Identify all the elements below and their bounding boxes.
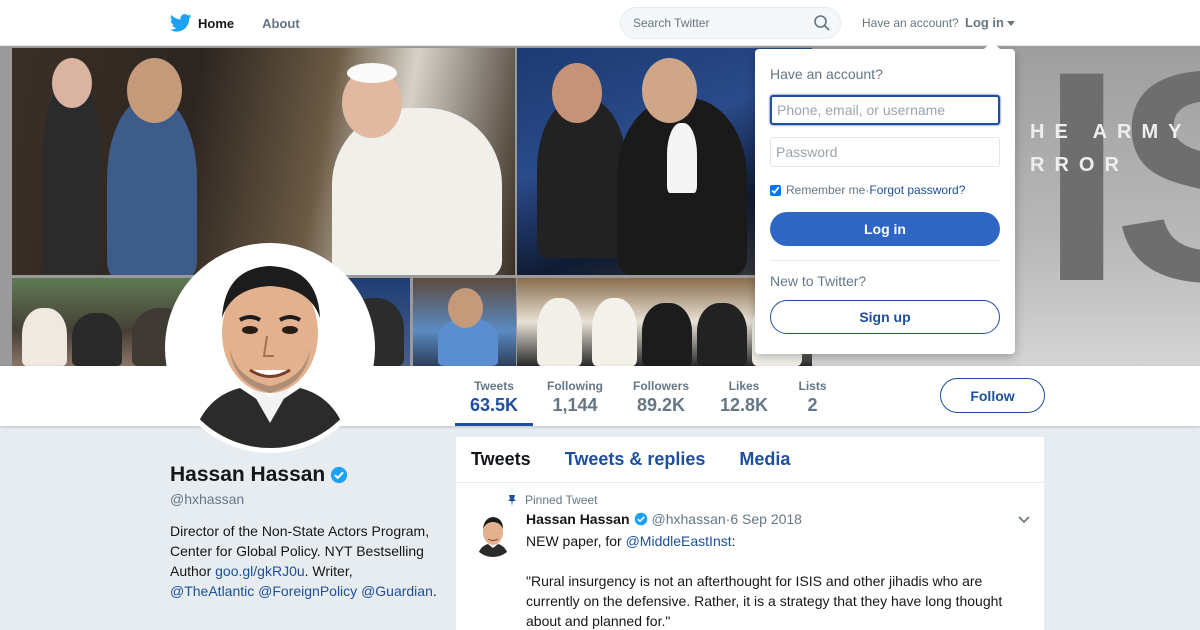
stat-label: Followers — [632, 379, 689, 393]
tweet-avatar[interactable] — [471, 513, 515, 557]
remember-me-label[interactable]: Remember me — [786, 183, 865, 197]
caret-down-icon — [1007, 20, 1015, 26]
tab-tweets-replies[interactable]: Tweets & replies — [565, 449, 706, 470]
pinned-tweet[interactable]: Pinned Tweet Hassan Hassan @hxhassan · 6… — [456, 483, 1044, 630]
stat-tweets[interactable]: Tweets 63.5K — [455, 366, 533, 426]
tweet-avatar-illustration — [471, 513, 515, 557]
nav-about[interactable]: About — [262, 16, 300, 31]
tweet-text-part: NEW paper, for — [526, 533, 626, 549]
tweet-quote: "Rural insurgency is not an afterthought… — [526, 573, 1003, 629]
search-input[interactable] — [621, 8, 801, 38]
nav-about-label: About — [262, 15, 300, 31]
pinned-tweet-indicator: Pinned Tweet — [506, 493, 598, 507]
stat-value: 89.2K — [636, 395, 686, 415]
twitter-bird-icon — [170, 14, 192, 32]
forgot-password-link[interactable]: Forgot password? — [869, 183, 965, 197]
pinned-label: Pinned Tweet — [525, 493, 598, 507]
stat-following[interactable]: Following 1,144 — [540, 366, 610, 426]
profile-bio: Director of the Non-State Actors Program… — [170, 521, 440, 601]
timeline-tabs: Tweets Tweets & replies Media — [456, 437, 1044, 483]
remember-row: Remember me · Forgot password? — [770, 183, 965, 197]
tweet-header: Hassan Hassan @hxhassan · 6 Sep 2018 — [526, 511, 802, 527]
new-to-twitter-text: New to Twitter? — [770, 273, 867, 289]
bio-text: . Writer, — [304, 563, 353, 579]
password-field[interactable] — [770, 137, 1000, 167]
bio-mention-guardian[interactable]: @Guardian — [361, 583, 433, 599]
login-toggle-label: Log in — [965, 15, 1004, 30]
stat-label: Following — [547, 379, 603, 393]
tweet-text-part: : — [731, 533, 736, 549]
avatar-illustration — [170, 248, 370, 448]
tweet-text: NEW paper, for @MiddleEastInst: "Rural i… — [526, 531, 1026, 630]
profile-avatar[interactable] — [165, 243, 375, 453]
follow-button[interactable]: Follow — [940, 378, 1045, 413]
stat-label: Lists — [798, 379, 827, 393]
verified-badge-icon — [331, 466, 348, 484]
search-icon[interactable] — [814, 15, 830, 31]
tweet-spacer — [526, 551, 1026, 571]
remember-me-checkbox[interactable] — [770, 184, 781, 196]
tweet-author-handle[interactable]: @hxhassan — [652, 511, 726, 527]
stat-value: 2 — [807, 395, 818, 415]
signup-button[interactable]: Sign up — [770, 300, 1000, 334]
tweet-line-1: NEW paper, for @MiddleEastInst: — [526, 531, 1026, 551]
pin-icon — [508, 495, 516, 506]
profile-name[interactable]: Hassan Hassan — [170, 463, 348, 487]
bio-link-book[interactable]: goo.gl/gkRJ0u — [215, 563, 305, 579]
stat-value: 1,144 — [552, 395, 598, 415]
have-account-text: Have an account? — [862, 16, 959, 30]
top-navigation-bar: Home About Have an account? Log in — [0, 0, 1200, 46]
tweet-date[interactable]: 6 Sep 2018 — [730, 511, 802, 527]
nav-left: Home About — [170, 0, 328, 46]
tweet-author-name[interactable]: Hassan Hassan — [526, 511, 630, 527]
bio-text: . — [432, 583, 437, 599]
stat-value: 63.5K — [469, 395, 519, 415]
bio-mention-foreignpolicy[interactable]: @ForeignPolicy — [258, 583, 357, 599]
stat-label: Tweets — [474, 379, 514, 393]
search-box — [620, 7, 841, 39]
tab-media[interactable]: Media — [739, 449, 790, 470]
nav-home[interactable]: Home — [170, 14, 234, 32]
tab-tweets[interactable]: Tweets — [471, 449, 531, 470]
chevron-down-icon[interactable] — [1018, 515, 1030, 525]
login-dropdown: Have an account? Remember me · Forgot pa… — [755, 41, 1015, 354]
login-button[interactable]: Log in — [770, 212, 1000, 246]
banner-overlay-text: HE ARMY RROR — [1030, 116, 1191, 182]
stat-lists[interactable]: Lists 2 — [790, 366, 835, 426]
banner-photo-speaker — [413, 278, 516, 366]
verified-badge-icon — [634, 512, 647, 526]
login-dropdown-toggle[interactable]: Log in — [965, 15, 1015, 30]
nav-home-label: Home — [198, 15, 235, 31]
timeline: Tweets Tweets & replies Media Pinned Twe… — [456, 437, 1044, 630]
stat-followers[interactable]: Followers 89.2K — [625, 366, 697, 426]
banner-photo-meeting — [12, 48, 515, 275]
username-field[interactable] — [770, 95, 1000, 125]
banner-overlay-line1: HE ARMY — [1030, 121, 1192, 143]
stat-likes[interactable]: Likes 12.8K — [712, 366, 776, 426]
profile-name-text: Hassan Hassan — [170, 463, 326, 486]
dropdown-divider — [770, 260, 1000, 261]
dropdown-title: Have an account? — [770, 66, 883, 82]
stat-value: 12.8K — [719, 395, 769, 415]
stat-label: Likes — [728, 379, 760, 393]
tweet-mention-middleeastinst[interactable]: @MiddleEastInst — [626, 533, 732, 549]
profile-handle[interactable]: @hxhassan — [170, 491, 244, 507]
banner-overlay-line2: RROR — [1030, 154, 1129, 176]
bio-mention-theatlantic[interactable]: @TheAtlantic — [170, 583, 254, 599]
